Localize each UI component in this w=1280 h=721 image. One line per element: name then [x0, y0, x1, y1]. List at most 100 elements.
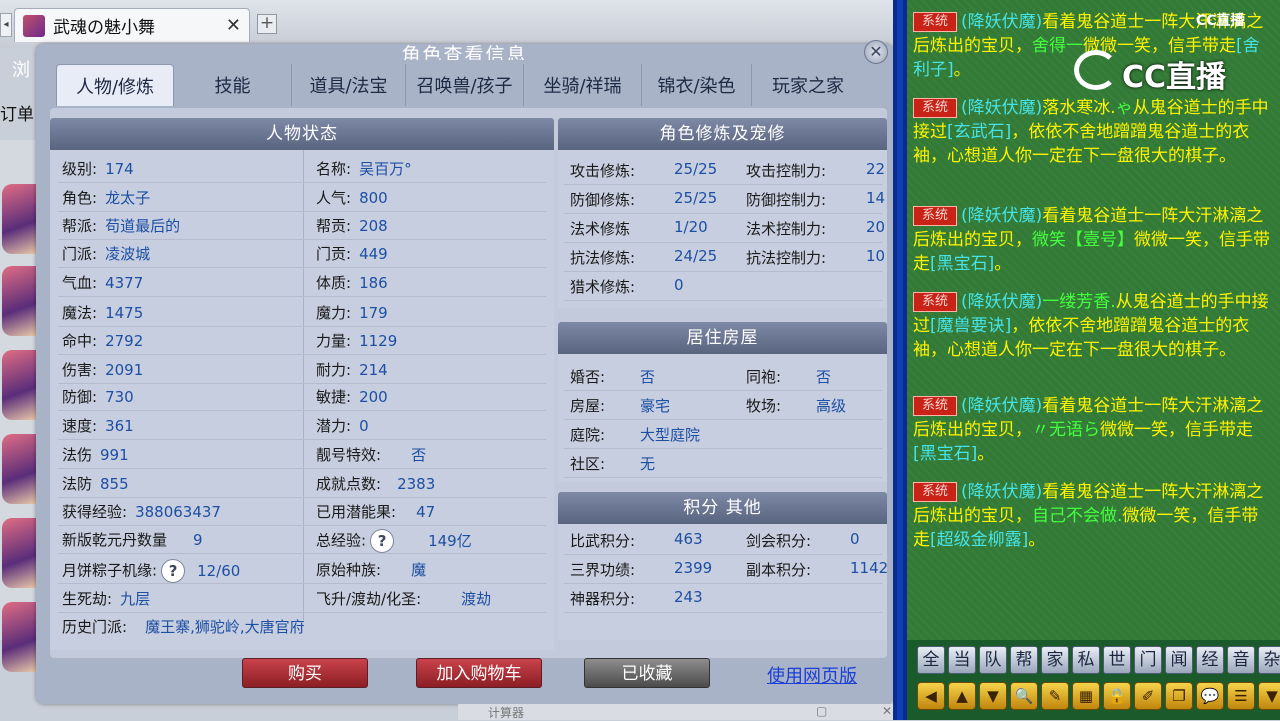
- order-label[interactable]: 订单: [0, 100, 34, 125]
- more-icon[interactable]: ▼: [1258, 682, 1280, 710]
- stat-label: 敏捷:: [316, 388, 352, 406]
- cc-live-watermark: CC直播: [1122, 60, 1227, 95]
- arrow-down-icon[interactable]: ▼: [979, 682, 1007, 710]
- item-link[interactable]: [玄武石]: [947, 122, 1011, 142]
- cultivation-label: 抗法修炼:: [570, 249, 636, 267]
- search-icon[interactable]: 🔍: [1010, 682, 1038, 710]
- avatar[interactable]: [2, 434, 36, 504]
- cultivation-value: 0: [674, 276, 684, 294]
- web-version-link[interactable]: 使用网页版: [767, 662, 857, 688]
- housing-label: 房屋:: [570, 397, 606, 415]
- player-name[interactable]: 自己不会做.: [1032, 506, 1122, 526]
- channel-button[interactable]: 经: [1196, 646, 1224, 674]
- help-icon[interactable]: ?: [161, 559, 186, 583]
- row-divider: [564, 271, 882, 272]
- channel-button[interactable]: 帮: [1010, 646, 1038, 674]
- item-link[interactable]: [魔兽要诀]: [930, 316, 1011, 336]
- dialog-title: 角色查看信息: [401, 44, 528, 60]
- item-link[interactable]: [黑宝石]: [913, 444, 977, 464]
- points-value: 2399: [674, 559, 713, 577]
- close-icon[interactable]: ✕: [882, 704, 892, 718]
- stat-value: 200: [359, 388, 388, 406]
- stat-value: 991: [100, 446, 129, 464]
- stat-value: 800: [359, 189, 388, 207]
- stat-row: 帮贡: 208: [316, 215, 388, 236]
- channel-button[interactable]: 家: [1041, 646, 1069, 674]
- avatar[interactable]: [2, 518, 36, 588]
- calculator-title: 计算器: [488, 706, 525, 720]
- item-link[interactable]: [黑宝石]: [930, 254, 994, 274]
- cultivation-value: 1/20: [674, 218, 708, 236]
- avatar[interactable]: [2, 184, 36, 254]
- stat-value: 2091: [105, 361, 144, 379]
- stat-label: 门派:: [62, 245, 98, 263]
- item-link[interactable]: [超级金柳露]: [930, 530, 1028, 550]
- points-value: 0: [850, 530, 860, 548]
- add-to-cart-button[interactable]: 加入购物车: [416, 658, 542, 688]
- arrow-up-icon[interactable]: ▲: [948, 682, 976, 710]
- channel-button[interactable]: 音: [1227, 646, 1255, 674]
- channel-button[interactable]: 队: [979, 646, 1007, 674]
- housing-label: 社区:: [570, 455, 606, 473]
- tab-items-treasures[interactable]: 道具/法宝: [292, 64, 406, 106]
- tab-mounts[interactable]: 坐骑/祥瑞: [524, 64, 642, 106]
- cultivation-row: 法术控制力: 20: [746, 218, 885, 239]
- player-name[interactable]: ゃ: [1116, 98, 1133, 118]
- channel-button[interactable]: 门: [1134, 646, 1162, 674]
- player-name[interactable]: 舍得一: [1032, 36, 1083, 56]
- minimize-icon[interactable]: ▢: [816, 704, 827, 718]
- tab-outfits-dye[interactable]: 锦衣/染色: [642, 64, 752, 106]
- row-divider: [564, 583, 882, 584]
- buy-button[interactable]: 购买: [242, 658, 368, 688]
- close-icon[interactable]: ✕: [864, 40, 888, 64]
- channel-button[interactable]: 当: [948, 646, 976, 674]
- arrow-left-icon[interactable]: ◀: [917, 682, 945, 710]
- stat-value: 449: [359, 245, 388, 263]
- channel-button[interactable]: 私: [1072, 646, 1100, 674]
- browse-menu-label[interactable]: 浏: [12, 56, 30, 82]
- avatar[interactable]: [2, 350, 36, 420]
- player-name[interactable]: 〃无语ら: [1032, 420, 1100, 440]
- player-name[interactable]: 微笑【壹号】: [1032, 230, 1134, 250]
- channel-button[interactable]: 全: [917, 646, 945, 674]
- housing-panel: 居住房屋 婚否: 否 同袍: 否房屋: 豪宅 牧场: 高级 庭院: 大型庭院 社区: 无: [558, 322, 887, 482]
- stat-label: 帮贡:: [316, 217, 352, 235]
- group-icon[interactable]: ▦: [1072, 682, 1100, 710]
- tab-character-cultivation[interactable]: 人物/修炼: [56, 64, 174, 106]
- note-icon[interactable]: ✎: [1041, 682, 1069, 710]
- row-divider: [564, 213, 882, 214]
- speech-icon[interactable]: 💬: [1196, 682, 1224, 710]
- points-row: 神器积分: 243: [570, 588, 703, 609]
- stat-value: 9: [193, 531, 203, 549]
- stat-value: 凌波城: [105, 245, 151, 263]
- tab-close-icon[interactable]: ✕: [226, 15, 241, 36]
- avatar[interactable]: [2, 602, 36, 672]
- row-divider: [58, 612, 546, 613]
- stat-row: 新版乾元丹数量 9: [62, 529, 203, 550]
- new-tab-button[interactable]: +: [257, 14, 277, 34]
- avatar[interactable]: [2, 266, 36, 336]
- brush-icon[interactable]: ✐: [1134, 682, 1162, 710]
- player-name[interactable]: 一缕芳香.: [1042, 292, 1115, 312]
- channel-button[interactable]: 闻: [1165, 646, 1193, 674]
- channel-button[interactable]: 杂: [1258, 646, 1280, 674]
- browser-tab[interactable]: 武魂の魅小舞 ✕: [14, 8, 250, 42]
- list-icon[interactable]: ☰: [1227, 682, 1255, 710]
- tab-summons-children[interactable]: 召唤兽/孩子: [406, 64, 524, 106]
- tab-player-home[interactable]: 玩家之家: [752, 64, 864, 106]
- help-icon[interactable]: ?: [370, 529, 395, 553]
- housing-label: 牧场:: [746, 397, 782, 415]
- cultivation-value: 14: [866, 189, 886, 207]
- points-label: 副本积分:: [746, 561, 812, 579]
- housing-row: 婚否: 否: [570, 366, 655, 387]
- tab-skills[interactable]: 技能: [174, 64, 292, 106]
- lock-icon[interactable]: 🔒: [1103, 682, 1131, 710]
- stat-row: 飞升/渡劫/化圣: 渡劫: [316, 588, 491, 609]
- favorited-button[interactable]: 已收藏: [584, 658, 710, 688]
- tab-scroll-left-button[interactable]: ◂: [0, 13, 12, 37]
- row-divider: [58, 383, 546, 384]
- channel-button[interactable]: 世: [1103, 646, 1131, 674]
- stat-row: 气血: 4377: [62, 272, 143, 293]
- copy-icon[interactable]: ❐: [1165, 682, 1193, 710]
- stat-row: 魔力: 179: [316, 302, 388, 323]
